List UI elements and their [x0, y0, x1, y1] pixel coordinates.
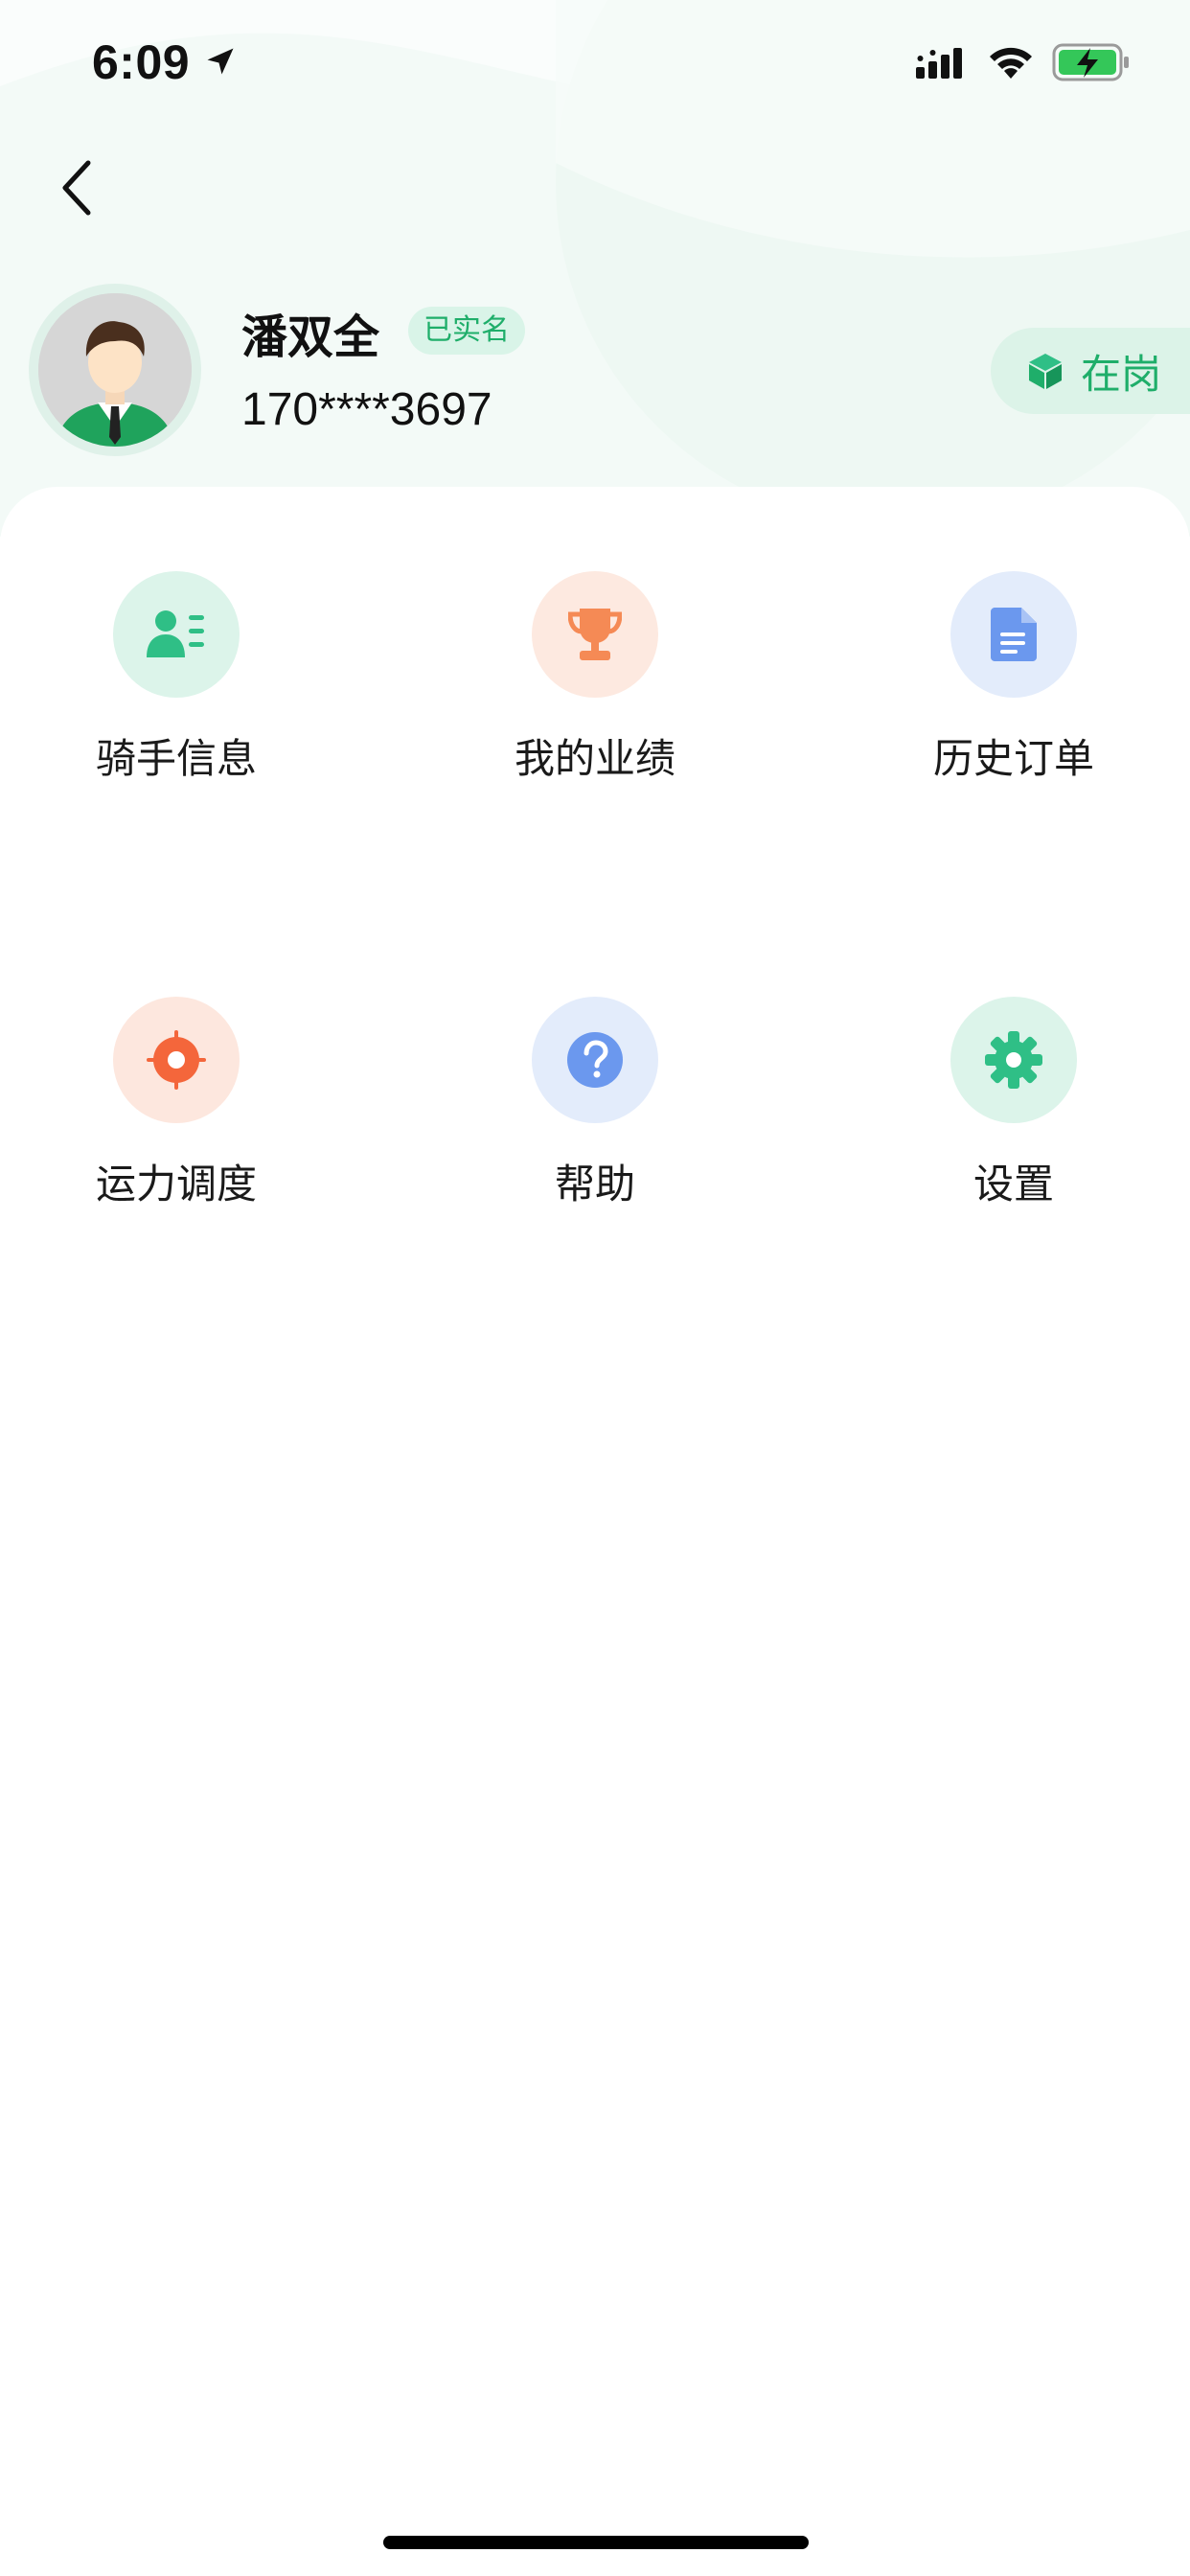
user-phone: 170****3697 — [241, 384, 492, 435]
menu-card: 骑手信息 我的业绩 历史订单 运力调度 帮助 设置 — [0, 487, 1190, 2576]
cube-icon — [1029, 354, 1062, 389]
verified-badge: 已实名 — [408, 307, 525, 355]
menu-icon-bg — [113, 571, 240, 698]
avatar[interactable] — [29, 284, 201, 456]
menu-item-capacity-dispatch[interactable]: 运力调度 — [33, 997, 320, 1210]
battery-charging-icon — [1052, 43, 1129, 81]
help-icon — [567, 1032, 623, 1088]
home-indicator[interactable] — [383, 2536, 809, 2549]
menu-icon-bg — [532, 997, 658, 1123]
menu-icon-bg — [950, 571, 1077, 698]
menu-item-settings[interactable]: 设置 — [870, 997, 1157, 1210]
wifi-icon — [990, 47, 1032, 79]
status-bar: 6:09 — [0, 0, 1190, 134]
menu-item-label: 历史订单 — [932, 735, 1094, 782]
document-icon — [991, 608, 1037, 661]
back-button[interactable] — [42, 153, 111, 222]
menu-item-label: 帮助 — [554, 1161, 635, 1208]
target-icon — [147, 1030, 206, 1090]
rider-avatar-icon — [38, 293, 192, 447]
chevron-left-icon — [62, 160, 91, 216]
menu-item-label: 运力调度 — [95, 1161, 257, 1208]
user-name: 潘双全 — [241, 310, 380, 364]
menu-item-order-history[interactable]: 历史订单 — [870, 571, 1157, 785]
menu-item-label: 骑手信息 — [95, 735, 257, 782]
duty-status-label: 在岗 — [1081, 350, 1162, 398]
rider-info-icon — [147, 610, 204, 657]
menu-icon-bg — [950, 997, 1077, 1123]
gear-icon — [985, 1031, 1042, 1089]
menu-item-label: 我的业绩 — [514, 735, 675, 782]
menu-icon-bg — [532, 571, 658, 698]
location-arrow-icon — [207, 48, 234, 75]
menu-item-performance[interactable]: 我的业绩 — [451, 571, 739, 785]
menu-item-help[interactable]: 帮助 — [451, 997, 739, 1210]
duty-status-toggle[interactable]: 在岗 — [991, 328, 1190, 414]
signal-icon — [916, 48, 962, 79]
menu-item-rider-info[interactable]: 骑手信息 — [33, 571, 320, 785]
trophy-icon — [568, 609, 622, 660]
menu-icon-bg — [113, 997, 240, 1123]
status-time: 6:09 — [92, 35, 191, 89]
menu-item-label: 设置 — [973, 1161, 1054, 1208]
